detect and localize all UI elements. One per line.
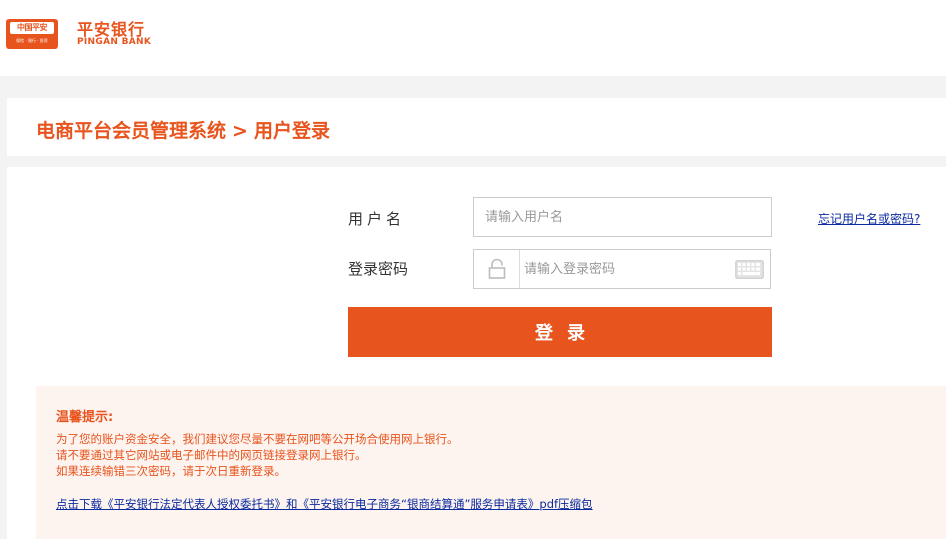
forgot-credentials-link[interactable]: 忘记用户名或密码? — [818, 210, 920, 227]
tips-line: 为了您的账户资金安全，我们建议您尽量不要在网吧等公开场合使用网上银行。 — [56, 432, 459, 446]
pingan-logo: 中国平安 保险 · 银行 · 投资 — [6, 19, 58, 49]
logo-subtext: 保险 · 银行 · 投资 — [16, 38, 48, 43]
username-label: 用户名 — [348, 210, 406, 228]
tips-box: 温馨提示: 为了您的账户资金安全，我们建议您尽量不要在网吧等公开场合使用网上银行… — [36, 386, 946, 539]
top-header: 中国平安 保险 · 银行 · 投资 平安银行 PINGAN BANK — [0, 0, 946, 76]
login-button[interactable]: 登录 — [348, 307, 772, 357]
bank-name-en: PINGAN BANK — [77, 37, 152, 47]
breadcrumb-system: 电商平台会员管理系统 — [36, 120, 227, 142]
logo-text: 中国平安 — [10, 22, 54, 34]
tips-line: 如果连续输错三次密码，请于次日重新登录。 — [56, 464, 286, 478]
password-input[interactable] — [521, 250, 721, 288]
username-input[interactable] — [473, 197, 772, 237]
tips-title: 温馨提示: — [56, 410, 114, 425]
download-forms-link[interactable]: 点击下载《平安银行法定代表人授权委托书》和《平安银行电子商务“银商结算通”服务申… — [56, 496, 593, 512]
breadcrumb-separator: > — [232, 120, 248, 142]
keyboard-icon[interactable] — [735, 260, 764, 283]
login-panel: 用户名 忘记用户名或密码? 登录密码 登录 温馨提示: 为了您的账户资金安全， — [7, 167, 946, 539]
tips-line: 请不要通过其它网站或电子邮件中的网页链接登录网上银行。 — [56, 448, 367, 462]
password-label: 登录密码 — [348, 260, 409, 278]
title-bar: 电商平台会员管理系统 > 用户登录 — [7, 98, 946, 156]
breadcrumb: 电商平台会员管理系统 > 用户登录 — [36, 116, 330, 143]
lock-icon — [474, 250, 520, 288]
breadcrumb-page: 用户登录 — [253, 120, 330, 142]
password-field — [473, 249, 771, 289]
